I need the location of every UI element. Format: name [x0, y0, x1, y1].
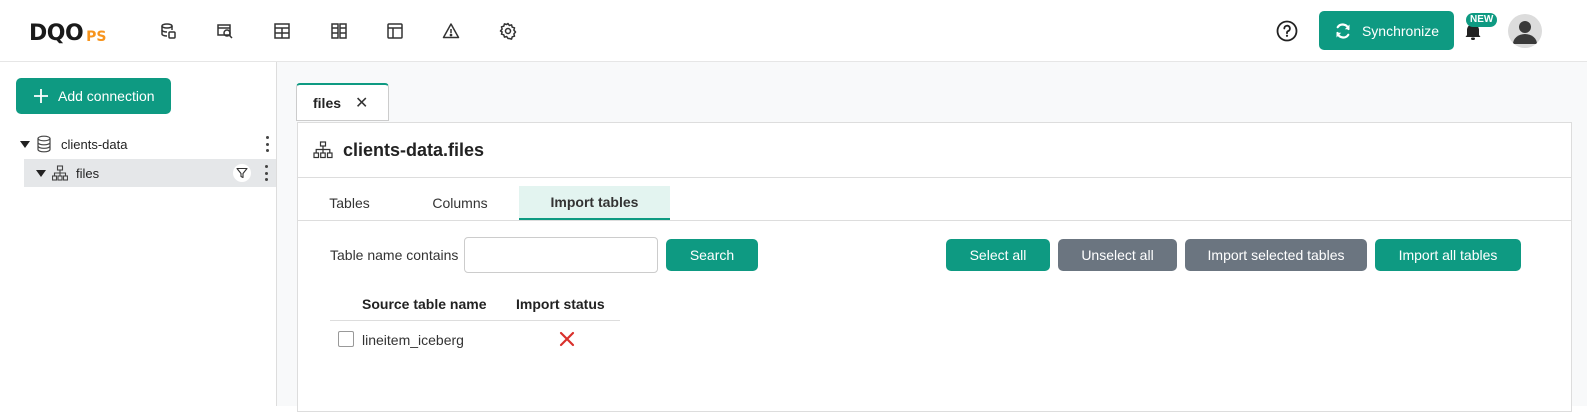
- tab-tables-label: Tables: [329, 195, 370, 211]
- user-avatar[interactable]: [1508, 14, 1542, 48]
- chevron-down-icon[interactable]: [20, 140, 30, 148]
- data-sources-icon[interactable]: [156, 19, 180, 43]
- schema-icon: [313, 141, 333, 159]
- table-name-filter-input[interactable]: [464, 237, 658, 273]
- unselect-all-button[interactable]: Unselect all: [1058, 239, 1177, 271]
- schema-panel: clients-data.files Tables Columns Import…: [297, 122, 1572, 412]
- row-checkbox[interactable]: [338, 331, 354, 347]
- tab-import-tables-label: Import tables: [550, 194, 639, 210]
- panel-header: clients-data.files: [298, 123, 1571, 178]
- add-connection-button[interactable]: Add connection: [16, 78, 171, 114]
- tree-item-connection[interactable]: clients-data: [0, 130, 277, 158]
- partition-checks-icon[interactable]: [327, 19, 351, 43]
- source-table-name: lineitem_iceberg: [362, 332, 464, 348]
- logo-suffix: PS: [86, 29, 107, 45]
- column-header-import-status: Import status: [516, 296, 605, 312]
- tree-item-label: files: [76, 165, 100, 181]
- monitoring-checks-icon[interactable]: [270, 19, 294, 43]
- dqops-logo[interactable]: DQO PS: [29, 16, 107, 46]
- tab-files[interactable]: files ✕: [296, 83, 389, 121]
- import-all-label: Import all tables: [1398, 247, 1498, 263]
- import-selected-label: Import selected tables: [1207, 247, 1345, 263]
- tab-tables[interactable]: Tables: [298, 186, 401, 220]
- page-title: clients-data.files: [343, 139, 485, 160]
- filter-icon[interactable]: [233, 164, 251, 182]
- select-all-button[interactable]: Select all: [946, 239, 1050, 271]
- help-icon[interactable]: [1275, 19, 1299, 43]
- connection-menu-icon[interactable]: [265, 136, 269, 152]
- sync-icon: [1336, 22, 1350, 39]
- synchronize-label: Synchronize: [1361, 22, 1440, 39]
- sidebar: Add connection clients-data files: [0, 62, 277, 406]
- chevron-down-icon[interactable]: [36, 169, 46, 177]
- select-all-label: Select all: [969, 247, 1027, 263]
- subtab-bar: Tables Columns Import tables: [298, 186, 1571, 221]
- settings-icon[interactable]: [496, 19, 520, 43]
- tab-import-tables[interactable]: Import tables: [519, 186, 670, 220]
- tree-item-schema[interactable]: files: [24, 159, 276, 187]
- tree-item-label: clients-data: [61, 136, 128, 152]
- database-icon: [37, 135, 51, 153]
- plus-icon: [34, 89, 48, 103]
- unselect-all-label: Unselect all: [1081, 247, 1154, 263]
- schema-menu-icon[interactable]: [264, 165, 268, 181]
- tab-columns[interactable]: Columns: [410, 186, 510, 220]
- main-area: files ✕ clients-data.files Tables Column…: [277, 62, 1587, 412]
- not-imported-x-icon: [559, 331, 575, 347]
- search-button[interactable]: Search: [666, 239, 758, 271]
- tab-label: files: [313, 94, 342, 111]
- incidents-icon[interactable]: [439, 19, 463, 43]
- close-icon[interactable]: ✕: [355, 93, 368, 113]
- new-badge: NEW: [1466, 13, 1498, 27]
- search-button-label: Search: [689, 247, 735, 263]
- import-selected-tables-button[interactable]: Import selected tables: [1185, 239, 1367, 271]
- add-connection-label: Add connection: [58, 88, 155, 104]
- schema-icon: [52, 165, 68, 181]
- dashboards-icon[interactable]: [383, 19, 407, 43]
- synchronize-button[interactable]: Synchronize: [1319, 11, 1454, 50]
- tab-columns-label: Columns: [432, 195, 488, 211]
- table-divider: [330, 320, 620, 321]
- table-name-filter-label: Table name contains: [330, 247, 459, 263]
- logo-text: DQO: [29, 21, 84, 46]
- top-header: DQO PS Synchronize NEW: [0, 0, 1587, 62]
- profiling-icon[interactable]: [213, 19, 237, 43]
- column-header-source-table: Source table name: [362, 296, 487, 312]
- import-all-tables-button[interactable]: Import all tables: [1375, 239, 1521, 271]
